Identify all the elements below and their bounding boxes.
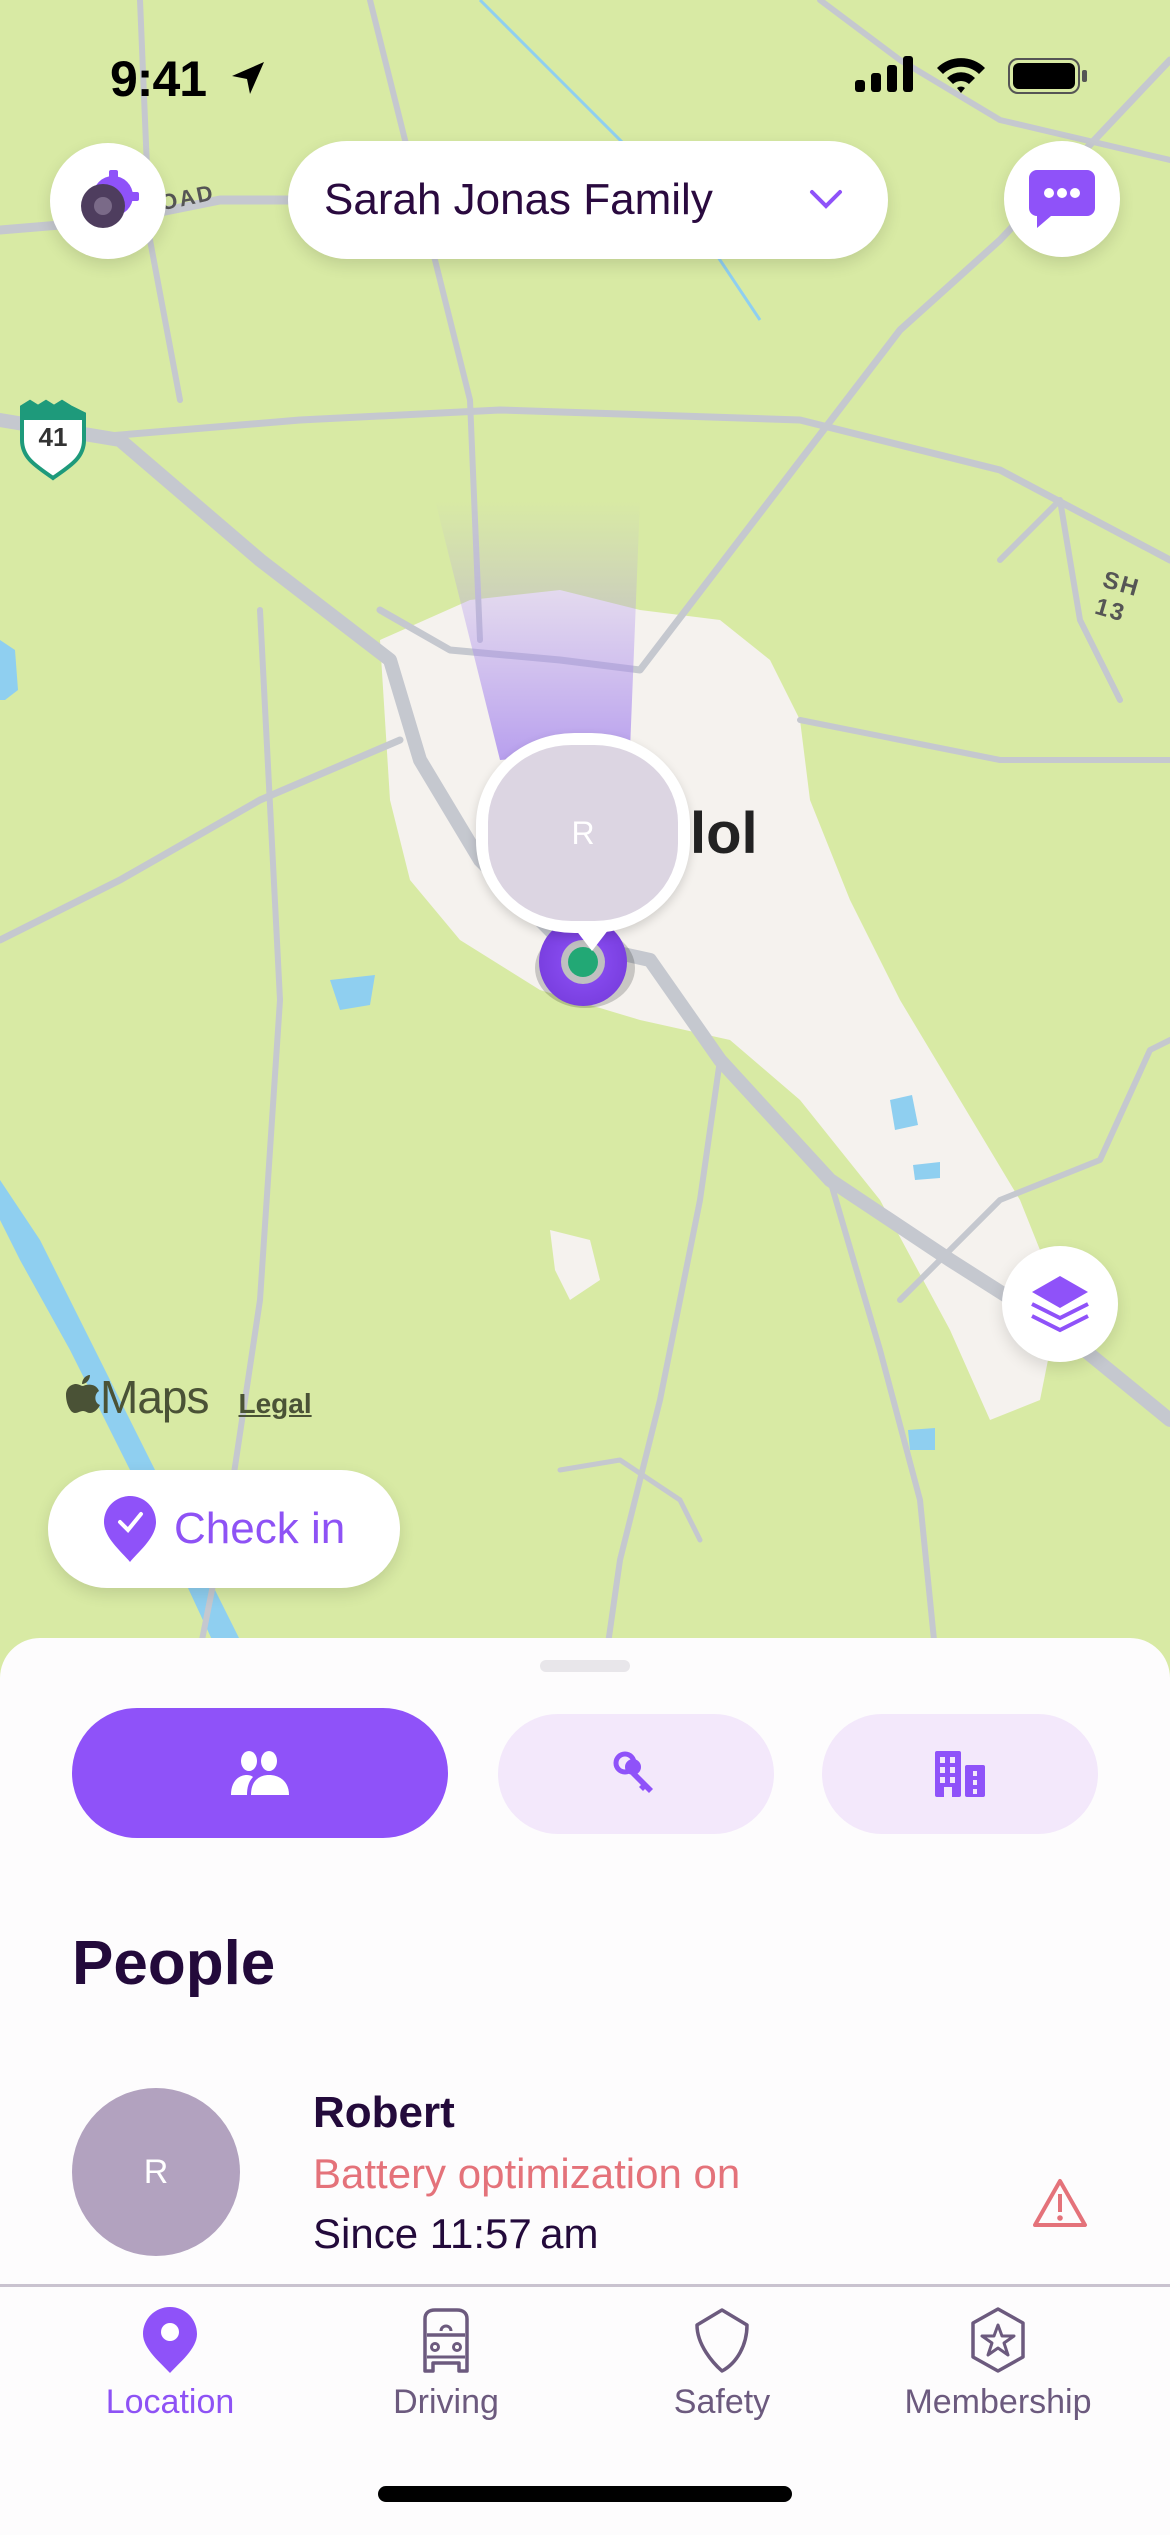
list-item-person[interactable]: R Robert Battery optimization on Since 1… [0,2058,1170,2268]
lake [908,1428,935,1450]
layers-icon [1031,1276,1089,1333]
chat-bubble-icon [1029,170,1095,228]
people-icon [231,1751,289,1795]
home-indicator[interactable] [378,2486,792,2502]
city-label: lol [690,801,758,866]
status-bar: 9:41 [0,42,1170,112]
settings-button[interactable] [50,143,166,259]
tab-membership[interactable]: Membership [868,2307,1128,2447]
messages-button[interactable] [1004,141,1120,257]
check-in-button[interactable]: Check in [48,1470,400,1588]
person-since: Since 11:57 am [313,2210,599,2257]
lake [0,640,18,700]
avatar: R [72,2088,240,2256]
urban-area [380,590,1060,1420]
tab-location[interactable]: Location [40,2307,300,2447]
segment-places[interactable] [822,1714,1098,1834]
tab-label: Safety [673,2383,771,2421]
urban-patch [550,1230,600,1300]
chevron-down-icon [810,190,842,209]
tab-label: Location [105,2383,235,2421]
highway-number: 41 [39,422,68,452]
checkin-pin-icon [104,1496,156,1562]
circle-switcher[interactable]: Sarah Jonas Family [288,141,888,259]
segment-people[interactable] [72,1708,448,1838]
location-dot-center [568,947,598,977]
legal-link[interactable]: Legal [238,1388,311,1420]
cellular-signal-icon [855,56,913,92]
sheet-grabber[interactable] [540,1660,630,1672]
keys-icon [613,1751,653,1793]
segment-items[interactable] [498,1714,774,1834]
maps-attribution-text: Maps [100,1371,209,1423]
wifi-icon [937,58,985,93]
apple-logo-icon [66,1375,100,1413]
tab-driving[interactable]: Driving [316,2307,576,2447]
buildings-icon [935,1751,985,1797]
battery-icon [1008,58,1087,94]
lake [913,1162,940,1180]
circle-name: Sarah Jonas Family [324,175,713,224]
check-in-label: Check in [174,1504,346,1553]
shield-icon [695,2308,749,2373]
map-layers-button[interactable] [1002,1246,1118,1362]
star-badge-icon [971,2307,1025,2373]
status-time: 9:41 [110,51,207,107]
gear-icon [81,170,139,228]
lake [330,975,375,1010]
river [0,1180,260,1700]
car-icon [423,2308,469,2373]
tab-label: Driving [393,2383,499,2421]
map-view[interactable]: 41 OAD SH 13 lol R 9:41 Sarah Jonas Fami… [0,0,1170,1700]
member-pin-initial: R [488,745,678,921]
location-arrow-icon [232,62,264,94]
location-pin-icon [143,2307,197,2373]
member-map-pin[interactable]: R [476,733,690,951]
person-status: Battery optimization on [313,2150,741,2197]
warning-icon[interactable] [1032,2178,1088,2228]
tab-safety[interactable]: Safety [592,2307,852,2447]
person-name: Robert [313,2088,455,2137]
tab-label: Membership [904,2383,1092,2421]
pin-tail [572,925,612,951]
section-title: People [72,1929,276,1998]
map-attribution: Maps Legal [66,1370,312,1424]
